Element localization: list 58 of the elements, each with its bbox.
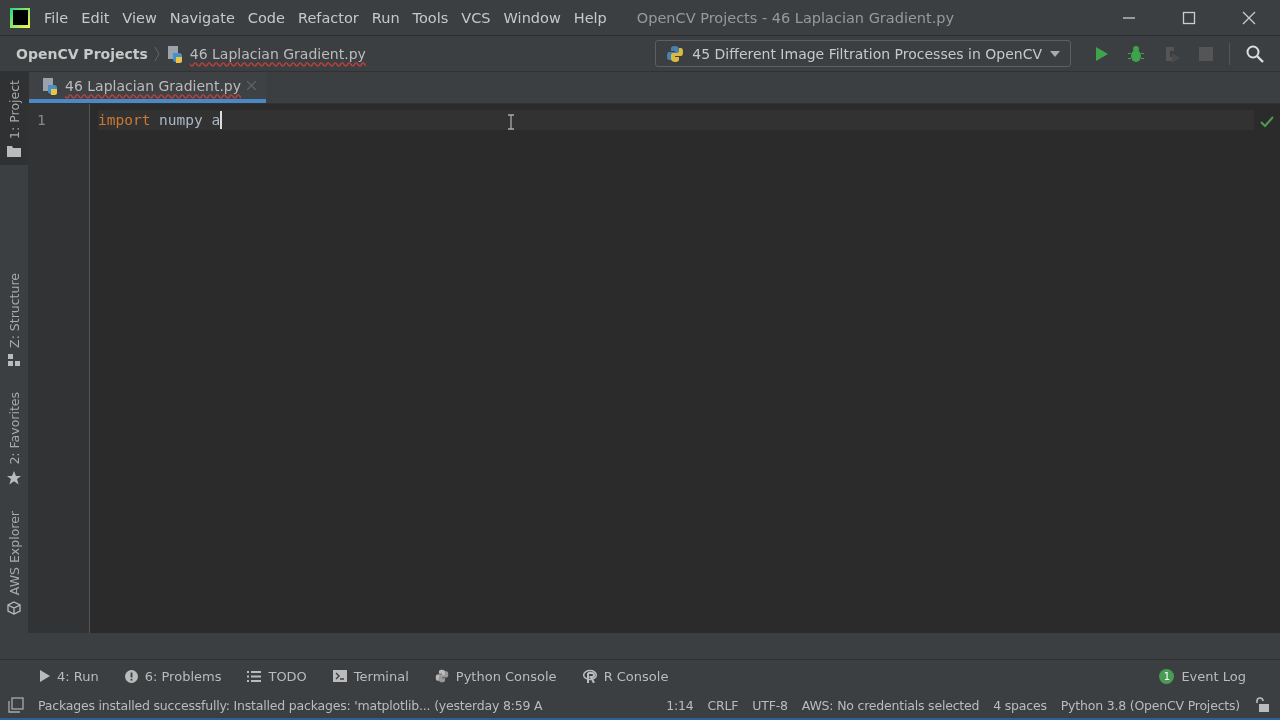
- tool-window-tab[interactable]: 6: Problems: [124, 668, 222, 684]
- chevron-icon: [153, 45, 160, 62]
- lock-icon[interactable]: [1254, 697, 1270, 713]
- status-bar-item[interactable]: AWS: No credentials selected: [801, 697, 980, 713]
- play-icon: [40, 670, 50, 682]
- python-icon: [434, 669, 449, 683]
- run-configuration-dropdown[interactable]: 45 Different Image Filtration Processes in OpenCV: [655, 40, 1071, 67]
- status-bar-item[interactable]: 1:14: [666, 697, 694, 713]
- python-file-icon: [41, 76, 59, 95]
- status-bar-item[interactable]: Python 3.8 (OpenCV Projects): [1060, 697, 1240, 713]
- maximize-icon[interactable]: [1182, 10, 1196, 25]
- menu-item[interactable]: Tools: [406, 9, 455, 26]
- status-message[interactable]: Packages installed successfully: Installed packages: 'matplotlib... (yesterday 8:59 A: [38, 697, 543, 713]
- structure-icon: [8, 354, 20, 367]
- tool-window-tab[interactable]: TODO: [247, 668, 307, 684]
- cube-icon: [7, 601, 21, 615]
- menu-item[interactable]: Help: [567, 9, 613, 26]
- menu-item[interactable]: Window: [497, 9, 567, 26]
- python-file-icon: [165, 44, 184, 63]
- check-icon: [1260, 116, 1274, 128]
- menu-item[interactable]: File: [38, 9, 75, 26]
- warning-circle-icon: [124, 669, 138, 683]
- tool-window-tab[interactable]: Python Console: [434, 668, 557, 684]
- tool-window-tab[interactable]: Terminal: [332, 668, 409, 684]
- line-number: 1: [37, 111, 46, 130]
- menu-item[interactable]: Refactor: [291, 9, 365, 26]
- side-tool-tab[interactable]: 1: Project: [0, 72, 28, 165]
- menu-item[interactable]: Navigate: [163, 9, 241, 26]
- menu-item[interactable]: View: [116, 9, 163, 26]
- menu-item[interactable]: Code: [241, 9, 291, 26]
- tool-window-tab[interactable]: R Console: [582, 668, 669, 684]
- dropdown-caret-icon: [1050, 50, 1060, 57]
- breadcrumb-link[interactable]: 46 Laplacian Gradient.py: [189, 45, 366, 62]
- python-icon: [666, 44, 685, 63]
- search-icon[interactable]: [1246, 44, 1264, 63]
- star-icon: [7, 470, 21, 485]
- status-bar-item[interactable]: UTF-8: [752, 697, 788, 713]
- list-icon: [247, 670, 262, 682]
- text-cursor-icon: [507, 114, 515, 130]
- side-tool-tab[interactable]: Z: Structure: [0, 265, 28, 375]
- event-log-tab[interactable]: 1 Event Log: [1159, 668, 1246, 684]
- window-title: OpenCV Projects - 46 Laplacian Gradient.py: [636, 9, 955, 26]
- status-bar-item[interactable]: CRLF: [707, 697, 739, 713]
- menu-item[interactable]: Run: [365, 9, 406, 26]
- bug-icon[interactable]: [1127, 44, 1145, 63]
- menu-item[interactable]: VCS: [455, 9, 497, 26]
- status-bar-item[interactable]: 4 spaces: [993, 697, 1047, 713]
- panel-toggle-icon[interactable]: [8, 697, 24, 713]
- run-icon[interactable]: [1095, 45, 1109, 62]
- app-logo-icon: [10, 7, 30, 28]
- r-console-icon: [582, 669, 597, 683]
- side-tool-tab[interactable]: AWS Explorer: [0, 502, 28, 623]
- breadcrumb-link[interactable]: OpenCV Projects: [16, 45, 148, 62]
- folder-icon: [7, 144, 21, 157]
- side-tool-tab[interactable]: 2: Favorites: [0, 384, 28, 493]
- menu-item[interactable]: Edit: [75, 9, 116, 26]
- terminal-icon: [332, 670, 347, 682]
- tool-window-tab[interactable]: 4: Run: [40, 668, 99, 684]
